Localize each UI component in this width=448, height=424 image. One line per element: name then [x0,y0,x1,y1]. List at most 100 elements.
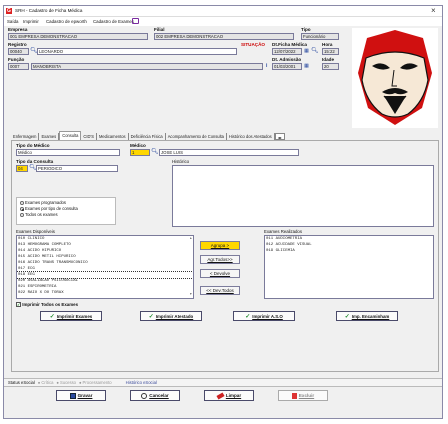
check-icon: ✓ [245,313,251,320]
dt-ficha-field[interactable]: 12/07/2022 [272,48,302,55]
tab-deficiencia-fisica[interactable]: Deficiência Física [129,133,166,140]
radio-button[interactable] [20,212,24,217]
button-label: Limpar [225,393,242,398]
tab-enfermagem[interactable]: Enfermagem [11,133,40,140]
historico-textarea[interactable] [172,165,434,227]
app-icon: G [6,8,12,14]
radio-label: Exames programados [25,200,66,205]
tipo-consulta-code-field[interactable]: 04 [16,165,28,172]
list-item[interactable]: 022 RAIO X DO TORAX [17,290,193,296]
dt-admissao-label: Dt. Admissão [272,57,302,62]
cancelar-button[interactable]: Cancelar [130,390,180,401]
imprimir-aso-button[interactable]: ✓ Imprimir A.S.O [233,311,295,321]
tipo-select[interactable]: Funcionário [301,33,339,40]
exam-type-radiogroup: Exames programados Exames por tipo de co… [16,197,116,225]
eraser-icon [216,392,225,399]
search-icon[interactable]: 🔍︎ [151,149,159,155]
checkbox[interactable]: ✓ [16,302,21,308]
excluir-button[interactable]: Excluir [278,390,328,401]
gravar-button[interactable]: Gravar [56,390,106,401]
situacao-label: SITUAÇÃO [241,42,265,47]
tab-cids[interactable]: CID'S [81,133,97,140]
funcao-code-field[interactable]: 0007 [8,63,29,70]
menu-cadastro-epworth[interactable]: Cadastro de epworth [46,19,87,24]
menu-imprimir[interactable]: Imprimir [23,19,39,24]
radio-label: Todos os exames [25,212,58,217]
imprime-todos-checkbox[interactable]: ✓ Imprimir Todos os Exames [16,302,78,308]
filial-field[interactable]: 002 EMPRESA DEMONSTRACAO [154,33,294,40]
scroll-down-icon[interactable]: ▾ [190,292,192,298]
devolve-todos-button[interactable]: << Dev.Todos [200,286,240,295]
radio-label: Exames por tipo de consulta [25,206,78,211]
search-icon[interactable]: 🔍︎ [311,48,319,54]
imprimir-encaminhamento-button[interactable]: ✓ Imp. Encaminham [336,311,398,321]
radio-todos-exames[interactable]: Todos os exames [20,212,112,218]
tab-historico-atestados[interactable]: Histórico dos Atestados [227,133,275,140]
button-label: Imprimir Atestado [155,313,194,319]
idade-field[interactable]: 20 [322,63,339,70]
exames-disponiveis-list[interactable]: 010 CLINICO 013 HEMOGRAMA COMPLETO 014 A… [16,235,194,299]
tipo-consulta-name-field[interactable]: PERIODICO [36,165,118,172]
info-icon[interactable]: i [266,63,267,69]
close-icon[interactable]: × [431,6,436,15]
registro-code-field[interactable]: 00040 [8,48,29,55]
idade-label: Idade [322,57,334,62]
empresa-field[interactable]: 001 EMPRESA DEMONSTRACAO [8,33,148,40]
cancel-icon [141,392,148,399]
menu-cadastro-exames[interactable]: Cadastro de Exames [93,19,134,24]
check-icon: ✓ [49,313,55,320]
registro-name-field[interactable]: LEONARDO [37,48,237,55]
agrupa-button[interactable]: Agrupa > [200,241,240,250]
medico-label: Médico [130,143,146,148]
button-label: Excluir [298,393,315,398]
calendar-icon[interactable]: ▦ [303,48,310,54]
tab-medicamentos[interactable]: Medicamentos [97,133,129,140]
status-critica: Crítica [41,380,54,385]
trash-icon [291,392,297,399]
list-item[interactable]: 019 GLICEMIA [265,248,433,254]
medico-name-field[interactable]: JOSE LUIS [159,149,299,156]
button-label: Imprimir A.S.O [252,313,283,319]
hora-field[interactable]: 15:22 [322,48,339,55]
funcao-name-field[interactable]: MANOBRISTA [31,63,263,70]
filial-label: Filial [154,27,165,32]
menu-saida[interactable]: Saída [7,19,18,24]
window-title: SRH - Cadastro de Ficha Médica [15,8,83,13]
empresa-label: Empresa [8,27,28,32]
historico-esocial-link[interactable]: Histórico eSocial [126,380,157,385]
agrupa-todos-button[interactable]: Agr.Todos>> [200,255,240,264]
tab-consulta[interactable]: Consulta [59,131,82,140]
search-icon[interactable]: 🔍︎ [29,165,37,171]
main-window: G SRH - Cadastro de Ficha Médica × Saída… [3,5,443,419]
button-label: Imprimir Exames [56,313,93,319]
tab-scroll-arrows[interactable]: ◂▸ [274,133,285,140]
tipo-medico-label: Tipo do Médico [16,143,50,148]
imprimir-atestado-button[interactable]: ✓ Imprimir Atestado [140,311,202,321]
realizados-label: Exames Realizados [264,229,302,234]
tab-exames[interactable]: Exames [39,133,60,140]
tipo-medico-select[interactable]: Médico [16,149,120,156]
radio-button[interactable] [20,206,24,211]
chat-icon[interactable] [132,18,139,24]
avatar [352,28,438,128]
scroll-up-icon[interactable]: ▴ [190,236,192,242]
save-icon [69,392,76,399]
menu-bar: Saída Imprimir Cadastro de epworth Cadas… [4,17,442,26]
tab-bar: Enfermagem Exames Consulta CID'S Medicam… [11,131,439,140]
limpar-button[interactable]: Limpar [204,390,254,401]
exames-realizados-list[interactable]: 011 AUDIOMETRIA 012 ACUIDADE VISUAL 019 … [264,235,434,299]
status-sucesso-icon: ● [56,380,59,385]
calendar-icon[interactable]: ▦ [303,63,310,69]
status-processamento: Processamento [82,380,112,385]
status-critica-icon: ● [37,380,41,385]
consulta-panel: Tipo do Médico Médico Médico 1 🔍︎ JOSE L… [11,140,439,372]
search-icon[interactable]: 🔍︎ [30,48,38,54]
radio-button[interactable] [20,200,24,205]
imprimir-exames-button[interactable]: ✓ Imprimir Exames [40,311,102,321]
tab-acompanhamento-consulta[interactable]: Acompanhamento de Consulta [166,133,227,140]
dt-admissao-field[interactable]: 01/03/2001 [272,63,302,70]
funcao-label: Função [8,57,25,62]
title-bar: G SRH - Cadastro de Ficha Médica × [4,6,442,17]
devolve-button[interactable]: < Devolve [200,269,240,278]
medico-code-field[interactable]: 1 [130,149,150,156]
